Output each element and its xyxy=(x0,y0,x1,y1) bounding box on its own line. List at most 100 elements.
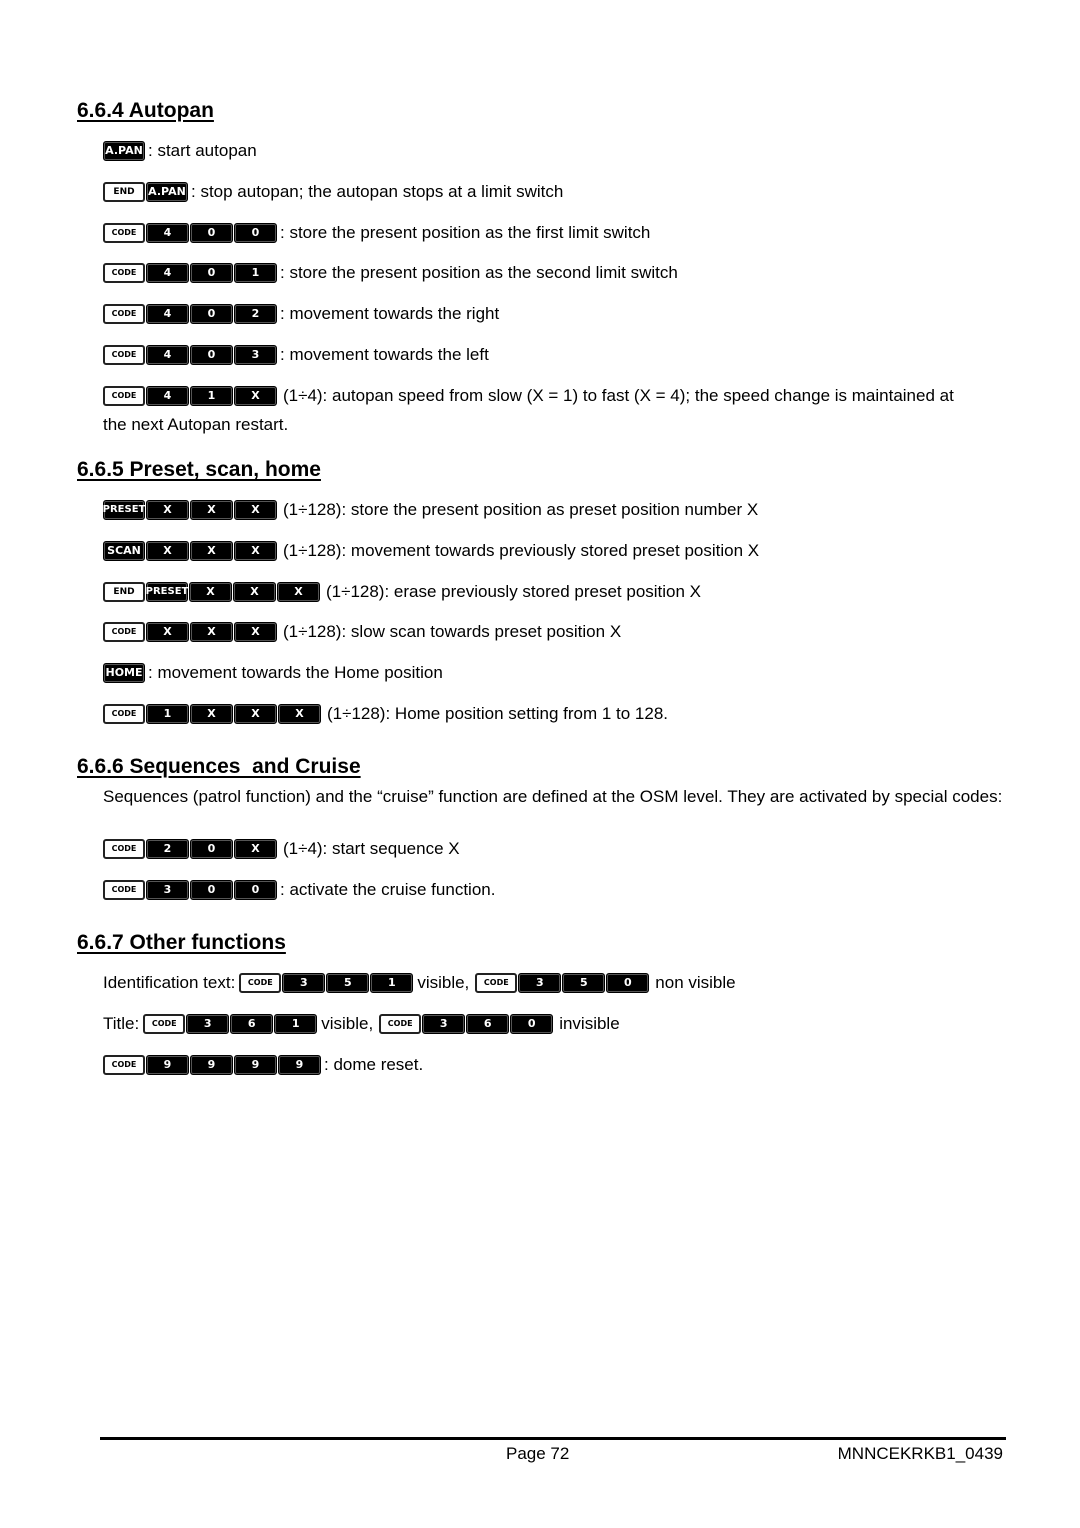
digit-key: 3 xyxy=(146,880,189,900)
code-key: CODE xyxy=(143,1014,186,1034)
key-sequence: CODE 2 0 X xyxy=(103,839,277,859)
row-description: (1÷128): erase previously stored preset … xyxy=(326,582,702,601)
variable-key: X xyxy=(146,541,189,561)
variable-key: X xyxy=(278,704,321,724)
code-key: CODE xyxy=(103,304,145,324)
key-sequence: END PRESET X X X xyxy=(103,582,320,602)
digit-key: 4 xyxy=(146,223,189,243)
preset-row-home-setting: CODE 1 X X X (1÷128): Home position sett… xyxy=(103,703,668,725)
other-row-title: Title: CODE 3 6 1 visible, CODE 3 6 0 in… xyxy=(103,1013,620,1035)
key-sequence: PRESET X X X xyxy=(103,500,277,520)
variable-key: X xyxy=(234,622,277,642)
digit-key: 0 xyxy=(190,304,233,324)
preset-row-store: PRESET X X X (1÷128): store the present … xyxy=(103,499,758,521)
hidden-text: invisible xyxy=(559,1014,620,1033)
digit-key: 6 xyxy=(230,1014,274,1034)
apan-key: A.PAN xyxy=(103,141,145,161)
key-sequence: CODE 4 0 0 xyxy=(103,223,277,243)
digit-key: 1 xyxy=(370,973,414,993)
visible-text: visible, xyxy=(321,1014,374,1033)
variable-key: X xyxy=(146,622,189,642)
digit-key: 0 xyxy=(234,880,277,900)
autopan-row-first-limit: CODE 4 0 0 : store the present position … xyxy=(103,222,650,244)
preset-key: PRESET xyxy=(103,500,145,520)
document-code: MNNCEKRKB1_0439 xyxy=(837,1444,1003,1463)
heading-sequences-cruise: 6.6.6 Sequences and Cruise xyxy=(77,755,361,778)
apan-key: A.PAN xyxy=(146,182,188,202)
digit-key: 0 xyxy=(606,973,650,993)
code-key: CODE xyxy=(103,704,145,724)
row-description: : store the present position as the seco… xyxy=(280,263,678,282)
digit-key: 1 xyxy=(190,386,233,406)
sequences-intro: Sequences (patrol function) and the “cru… xyxy=(103,787,1003,806)
row-description: (1÷4): start sequence X xyxy=(283,839,460,858)
digit-key: 0 xyxy=(190,223,233,243)
row-description: (1÷4): autopan speed from slow (X = 1) t… xyxy=(283,386,954,405)
variable-key: X xyxy=(234,541,277,561)
row-description: : movement towards the right xyxy=(280,304,500,323)
digit-key: 9 xyxy=(234,1055,277,1075)
digit-key: 0 xyxy=(190,839,233,859)
key-sequence-visible: CODE 3 6 1 xyxy=(143,1014,318,1034)
key-sequence: CODE 4 0 1 xyxy=(103,263,277,283)
variable-key: X xyxy=(190,541,233,561)
row-description: : stop autopan; the autopan stops at a l… xyxy=(191,182,564,201)
digit-key: 9 xyxy=(190,1055,233,1075)
digit-key: 4 xyxy=(146,263,189,283)
autopan-row-speed-continuation: the next Autopan restart. xyxy=(103,414,288,436)
scan-key: SCAN xyxy=(103,541,145,561)
variable-key: X xyxy=(190,500,233,520)
row-description: : movement towards the Home position xyxy=(148,663,443,682)
digit-key: 4 xyxy=(146,345,189,365)
visible-text: visible, xyxy=(417,973,470,992)
digit-key: 3 xyxy=(518,973,562,993)
page-number: Page 72 xyxy=(506,1444,570,1463)
sequences-row-start: CODE 2 0 X (1÷4): start sequence X xyxy=(103,838,460,860)
digit-key: 0 xyxy=(510,1014,554,1034)
digit-key: 0 xyxy=(190,345,233,365)
code-key: CODE xyxy=(103,622,145,642)
key-sequence: CODE 4 0 3 xyxy=(103,345,277,365)
digit-key: 4 xyxy=(146,386,189,406)
other-row-identification: Identification text: CODE 3 5 1 visible,… xyxy=(103,972,736,994)
digit-key: 9 xyxy=(146,1055,189,1075)
digit-key: 5 xyxy=(562,973,606,993)
key-sequence: HOME xyxy=(103,663,145,683)
key-sequence-visible: CODE 3 5 1 xyxy=(239,973,414,993)
preset-row-slow-scan: CODE X X X (1÷128): slow scan towards pr… xyxy=(103,621,621,643)
row-description: : movement towards the left xyxy=(280,345,489,364)
preset-row-scan: SCAN X X X (1÷128): movement towards pre… xyxy=(103,540,759,562)
key-sequence: CODE 4 1 X xyxy=(103,386,277,406)
code-key: CODE xyxy=(379,1014,422,1034)
variable-key: X xyxy=(234,500,277,520)
code-key: CODE xyxy=(103,1055,145,1075)
title-label: Title: xyxy=(103,1014,140,1033)
variable-key: X xyxy=(277,582,320,602)
variable-key: X xyxy=(234,839,277,859)
variable-key: X xyxy=(189,582,232,602)
key-sequence: CODE 3 0 0 xyxy=(103,880,277,900)
autopan-row-left: CODE 4 0 3 : movement towards the left xyxy=(103,344,489,366)
variable-key: X xyxy=(190,622,233,642)
variable-key: X xyxy=(234,704,277,724)
digit-key: 0 xyxy=(190,263,233,283)
code-key: CODE xyxy=(103,263,145,283)
identification-label: Identification text: xyxy=(103,973,236,992)
key-sequence: CODE X X X xyxy=(103,622,277,642)
code-key: CODE xyxy=(103,880,145,900)
autopan-row-speed: CODE 4 1 X (1÷4): autopan speed from slo… xyxy=(103,385,954,407)
row-description: : store the present position as the firs… xyxy=(280,223,651,242)
digit-key: 9 xyxy=(278,1055,321,1075)
digit-key: 3 xyxy=(234,345,277,365)
preset-row-erase: END PRESET X X X (1÷128): erase previous… xyxy=(103,581,701,603)
digit-key: 3 xyxy=(422,1014,466,1034)
digit-key: 2 xyxy=(146,839,189,859)
digit-key: 1 xyxy=(274,1014,318,1034)
end-key: END xyxy=(103,582,145,602)
code-key: CODE xyxy=(475,973,518,993)
autopan-row-second-limit: CODE 4 0 1 : store the present position … xyxy=(103,262,678,284)
digit-key: 5 xyxy=(326,973,370,993)
key-sequence: CODE 4 0 2 xyxy=(103,304,277,324)
other-row-dome-reset: CODE 9 9 9 9 : dome reset. xyxy=(103,1054,423,1076)
code-key: CODE xyxy=(103,345,145,365)
